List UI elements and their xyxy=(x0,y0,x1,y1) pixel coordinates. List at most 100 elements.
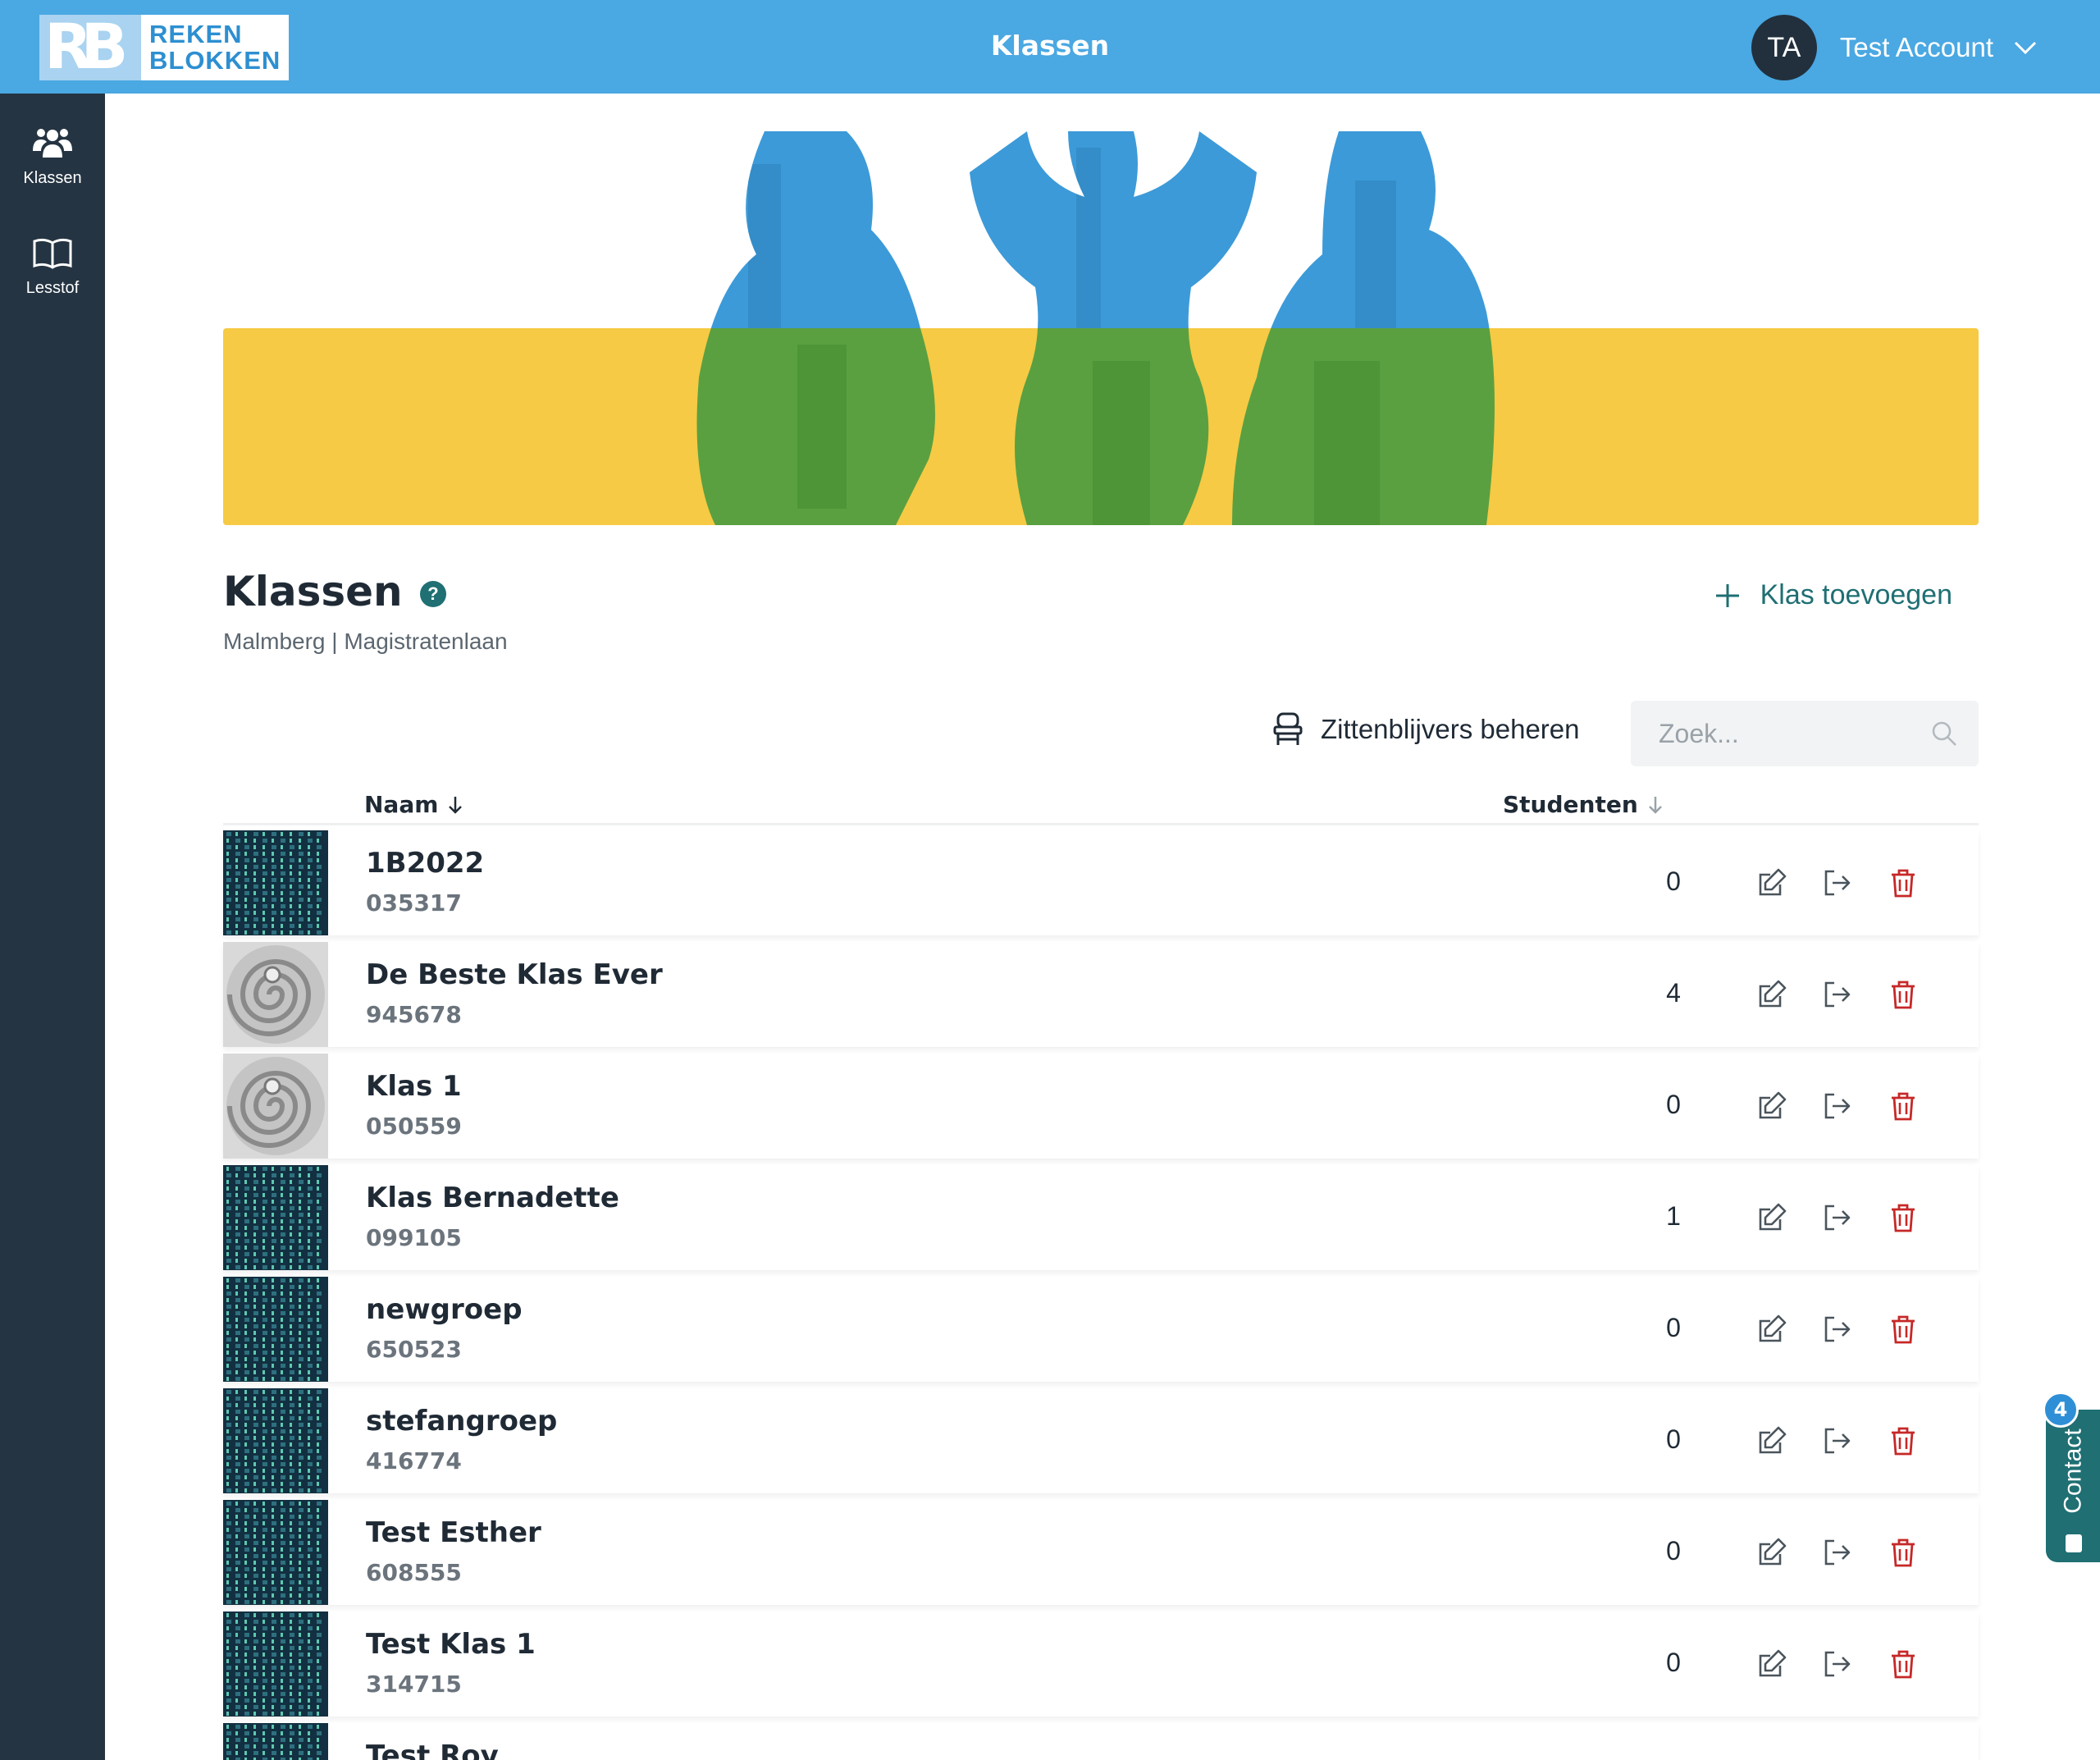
search-box xyxy=(1631,701,1979,766)
student-count: 4 xyxy=(1666,978,1681,1008)
trash-icon[interactable] xyxy=(1887,978,1920,1011)
leave-icon[interactable] xyxy=(1821,1201,1854,1234)
add-class-button[interactable]: Klas toevoegen xyxy=(1714,579,1952,611)
table-row[interactable]: Klas Bernadette 099105 1 xyxy=(223,1165,1979,1270)
contact-tab[interactable]: Contact xyxy=(2046,1410,2100,1562)
avatar: TA xyxy=(1751,15,1817,80)
edit-icon[interactable] xyxy=(1755,1201,1788,1234)
leave-icon[interactable] xyxy=(1821,1313,1854,1346)
edit-icon[interactable] xyxy=(1755,1090,1788,1122)
plus-icon xyxy=(1715,583,1739,607)
trash-icon[interactable] xyxy=(1887,866,1920,899)
table-row[interactable]: 1B2022 035317 0 xyxy=(223,830,1979,935)
user-menu[interactable]: TA Test Account xyxy=(1751,15,2038,80)
class-thumbnail xyxy=(223,830,328,935)
sidebar-item-label: Klassen xyxy=(23,169,82,187)
book-icon xyxy=(33,238,72,269)
column-students-header[interactable]: Studenten xyxy=(1503,791,1663,818)
class-name: Test Klas 1 xyxy=(366,1628,536,1661)
search-icon[interactable] xyxy=(1931,720,1957,747)
class-thumbnail xyxy=(223,1500,328,1605)
edit-icon[interactable] xyxy=(1755,1313,1788,1346)
table-row[interactable]: Test Esther 608555 0 xyxy=(223,1500,1979,1605)
leave-icon[interactable] xyxy=(1821,1424,1854,1457)
trash-icon[interactable] xyxy=(1887,1536,1920,1569)
manage-repeaters-label: Zittenblijvers beheren xyxy=(1321,714,1580,744)
binary-thumbnail xyxy=(223,830,328,935)
sidebar-item-label: Lesstof xyxy=(25,279,80,297)
class-code: 035317 xyxy=(366,889,462,917)
trash-icon[interactable] xyxy=(1887,1201,1920,1234)
sidebar-item-lesstof[interactable]: Lesstof xyxy=(0,236,105,298)
top-bar: RB REKEN BLOKKEN Klassen TA Test Account xyxy=(0,0,2100,94)
edit-icon[interactable] xyxy=(1755,978,1788,1011)
logo[interactable]: RB REKEN BLOKKEN xyxy=(39,15,289,80)
table-row[interactable]: Test Roy xyxy=(223,1723,1979,1760)
manage-repeaters-button[interactable]: Zittenblijvers beheren xyxy=(1273,712,1580,747)
edit-icon[interactable] xyxy=(1755,866,1788,899)
class-code: 099105 xyxy=(366,1224,462,1251)
student-count: 0 xyxy=(1666,1313,1681,1342)
class-thumbnail xyxy=(223,1723,328,1760)
student-count: 0 xyxy=(1666,866,1681,896)
student-count: 0 xyxy=(1666,1424,1681,1454)
class-name: Klas Bernadette xyxy=(366,1182,619,1214)
chevron-down-icon xyxy=(2014,41,2037,55)
contact-badge: 4 xyxy=(2043,1392,2079,1428)
edit-icon[interactable] xyxy=(1755,1536,1788,1569)
binary-thumbnail xyxy=(223,1388,328,1493)
edit-icon[interactable] xyxy=(1755,1424,1788,1457)
logo-mark: RB xyxy=(39,15,141,80)
class-thumbnail xyxy=(223,1165,328,1270)
class-name: 1B2022 xyxy=(366,847,485,880)
user-name: Test Account xyxy=(1839,32,1993,62)
edit-icon[interactable] xyxy=(1755,1648,1788,1680)
trash-icon[interactable] xyxy=(1887,1648,1920,1680)
leave-icon[interactable] xyxy=(1821,1090,1854,1122)
search-input[interactable] xyxy=(1631,701,1926,766)
binary-thumbnail xyxy=(223,1277,328,1382)
class-thumbnail xyxy=(223,1388,328,1493)
sort-down-icon xyxy=(449,796,463,814)
binary-thumbnail xyxy=(223,1611,328,1717)
binary-thumbnail xyxy=(223,1500,328,1605)
table-header: Naam Studenten xyxy=(223,788,1979,825)
spiral-thumbnail xyxy=(223,1054,328,1159)
contact-label: Contact xyxy=(2060,1429,2088,1514)
hero-illustration xyxy=(223,131,1979,525)
trash-icon[interactable] xyxy=(1887,1424,1920,1457)
leave-icon[interactable] xyxy=(1821,978,1854,1011)
table-row[interactable]: De Beste Klas Ever 945678 4 xyxy=(223,942,1979,1047)
class-thumbnail xyxy=(223,1277,328,1382)
page-title: Klassen xyxy=(223,568,403,615)
table-row[interactable]: stefangroep 416774 0 xyxy=(223,1388,1979,1493)
student-count: 0 xyxy=(1666,1090,1681,1119)
class-thumbnail xyxy=(223,1054,328,1159)
table-row[interactable]: Klas 1 050559 0 xyxy=(223,1054,1979,1159)
chair-icon xyxy=(1273,712,1303,745)
binary-thumbnail xyxy=(223,1165,328,1270)
leave-icon[interactable] xyxy=(1821,1536,1854,1569)
sidebar: Klassen Lesstof xyxy=(0,94,105,1760)
chat-icon xyxy=(2066,1534,2082,1552)
class-thumbnail xyxy=(223,942,328,1047)
table-row[interactable]: Test Klas 1 314715 0 xyxy=(223,1611,1979,1717)
leave-icon[interactable] xyxy=(1821,1648,1854,1680)
class-name: Klas 1 xyxy=(366,1070,462,1103)
class-name: Test Roy xyxy=(366,1739,499,1760)
trash-icon[interactable] xyxy=(1887,1313,1920,1346)
student-count: 0 xyxy=(1666,1536,1681,1566)
class-name: De Beste Klas Ever xyxy=(366,958,663,991)
class-code: 416774 xyxy=(366,1447,462,1474)
class-code: 608555 xyxy=(366,1559,462,1586)
leave-icon[interactable] xyxy=(1821,866,1854,899)
users-icon xyxy=(33,129,72,158)
sidebar-item-klassen[interactable]: Klassen xyxy=(0,126,105,188)
sort-down-icon xyxy=(1648,796,1662,814)
class-code: 945678 xyxy=(366,1001,462,1028)
class-list: 1B2022 035317 0 De Beste Klas Ever 94567… xyxy=(223,830,1979,1760)
table-row[interactable]: newgroep 650523 0 xyxy=(223,1277,1979,1382)
trash-icon[interactable] xyxy=(1887,1090,1920,1122)
column-name-header[interactable]: Naam xyxy=(364,791,463,818)
help-icon[interactable]: ? xyxy=(420,581,446,607)
